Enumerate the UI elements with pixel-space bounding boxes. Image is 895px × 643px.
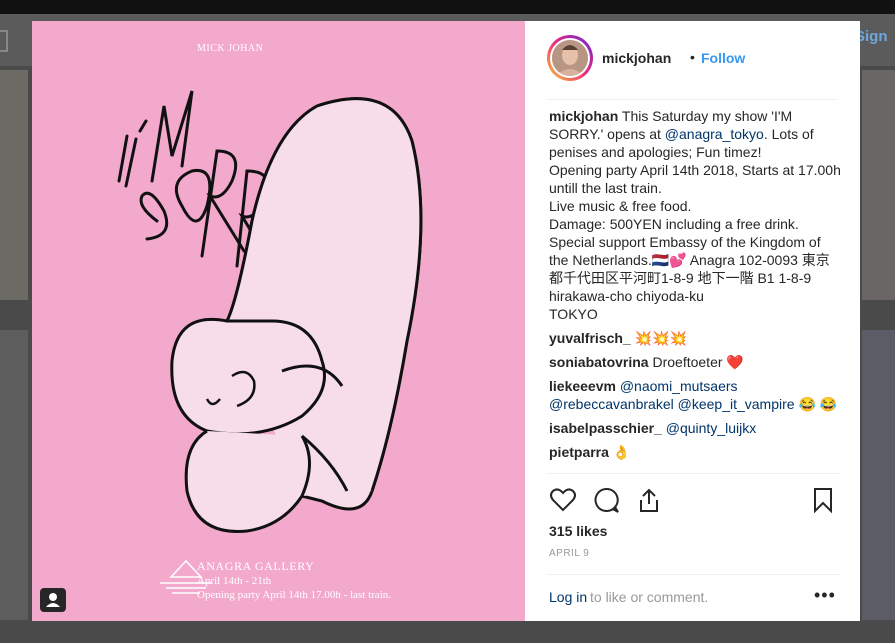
tagged-users-button[interactable] [40,588,66,612]
comment-username[interactable]: yuvalfrisch_ [549,330,631,346]
comment-username[interactable]: isabelpasschier_ [549,420,662,436]
follow-button[interactable]: Follow [701,50,745,66]
background-tile [0,70,28,300]
post-image: MICK JOHAN ANAGRA GALLERY April 14th - 2… [32,21,525,621]
comment-username[interactable]: soniabatovrina [549,354,649,370]
caption-line: TOKYO [549,306,598,322]
top-bar [0,0,895,14]
caption-mention[interactable]: @anagra_tokyo [665,126,764,142]
head-shape [170,317,326,436]
background-tile [862,330,895,620]
caption-line: Opening party April 14th 2018, Starts at… [549,162,841,196]
login-prompt: to like or comment. [590,589,709,605]
gallery-opening: Opening party April 14th 17.00h - last t… [197,589,391,601]
illustration [117,90,423,594]
list-item: yuvalfrisch_ 💥💥💥 [549,329,841,347]
header-separator: • [690,49,695,65]
avatar[interactable] [547,35,593,81]
comment-mention[interactable]: @quinty_luijkx [666,420,756,436]
lower-shape [184,429,311,533]
background-tile [0,330,28,620]
background-logo-icon [0,30,8,52]
likes-count[interactable]: 315 likes [549,523,607,539]
bookmark-icon[interactable] [809,486,837,514]
comment-text: 👌 [612,444,631,460]
comment-username[interactable]: pietparra [549,444,609,460]
caption-username[interactable]: mickjohan [549,108,618,124]
gallery-info: ANAGRA GALLERY April 14th - 21th Opening… [197,559,391,602]
user-icon [46,593,60,607]
gallery-name: ANAGRA GALLERY [197,559,315,573]
background-tile [862,70,895,300]
post-modal: MICK JOHAN ANAGRA GALLERY April 14th - 2… [32,21,860,621]
post-details: mickjohan • Follow mickjohan This Saturd… [525,21,860,621]
list-item: pietparra 👌 [549,443,841,461]
comment-icon[interactable] [592,486,620,514]
gallery-dates: April 14th - 21th [197,575,272,587]
caption-line: Special support Embassy of the Kingdom o… [549,234,830,304]
list-item: soniabatovrina Droeftoeter ❤️ [549,353,841,371]
background-sign-in-link[interactable]: Sign [855,28,895,45]
list-item: isabelpasschier_ @quinty_luijkx [549,419,841,437]
comment-text: 💥💥💥 [634,330,687,346]
comments-list: mickjohan This Saturday my show 'I'M SOR… [549,107,841,472]
caption: mickjohan This Saturday my show 'I'M SOR… [549,107,841,323]
comment-mention[interactable]: @keep_it_vampire [678,396,795,412]
profile-photo [552,40,588,76]
artist-label: MICK JOHAN [197,43,264,54]
login-footer: Log in to like or comment. ••• [547,574,839,622]
list-item: liekeeevm @naomi_mutsaers @rebeccavanbra… [549,377,841,413]
comment-username[interactable]: liekeeevm [549,378,616,394]
header-username[interactable]: mickjohan [602,50,671,66]
post-date: APRIL 9 [549,548,590,559]
comment-text: Droeftoeter ❤️ [652,354,744,370]
caption-line: Live music & free food. [549,198,692,214]
comment-text: 😂 😂 [798,396,838,412]
heart-icon[interactable] [549,486,577,514]
comment-mention[interactable]: @rebeccavanbrakel [549,396,674,412]
comment-mention[interactable]: @naomi_mutsaers [620,378,738,394]
caption-line: Damage: 500YEN including a free drink. [549,216,799,232]
share-icon[interactable] [635,486,663,514]
login-link[interactable]: Log in [549,589,587,605]
post-header: mickjohan • Follow [547,35,837,100]
more-options-button[interactable]: ••• [814,585,836,606]
